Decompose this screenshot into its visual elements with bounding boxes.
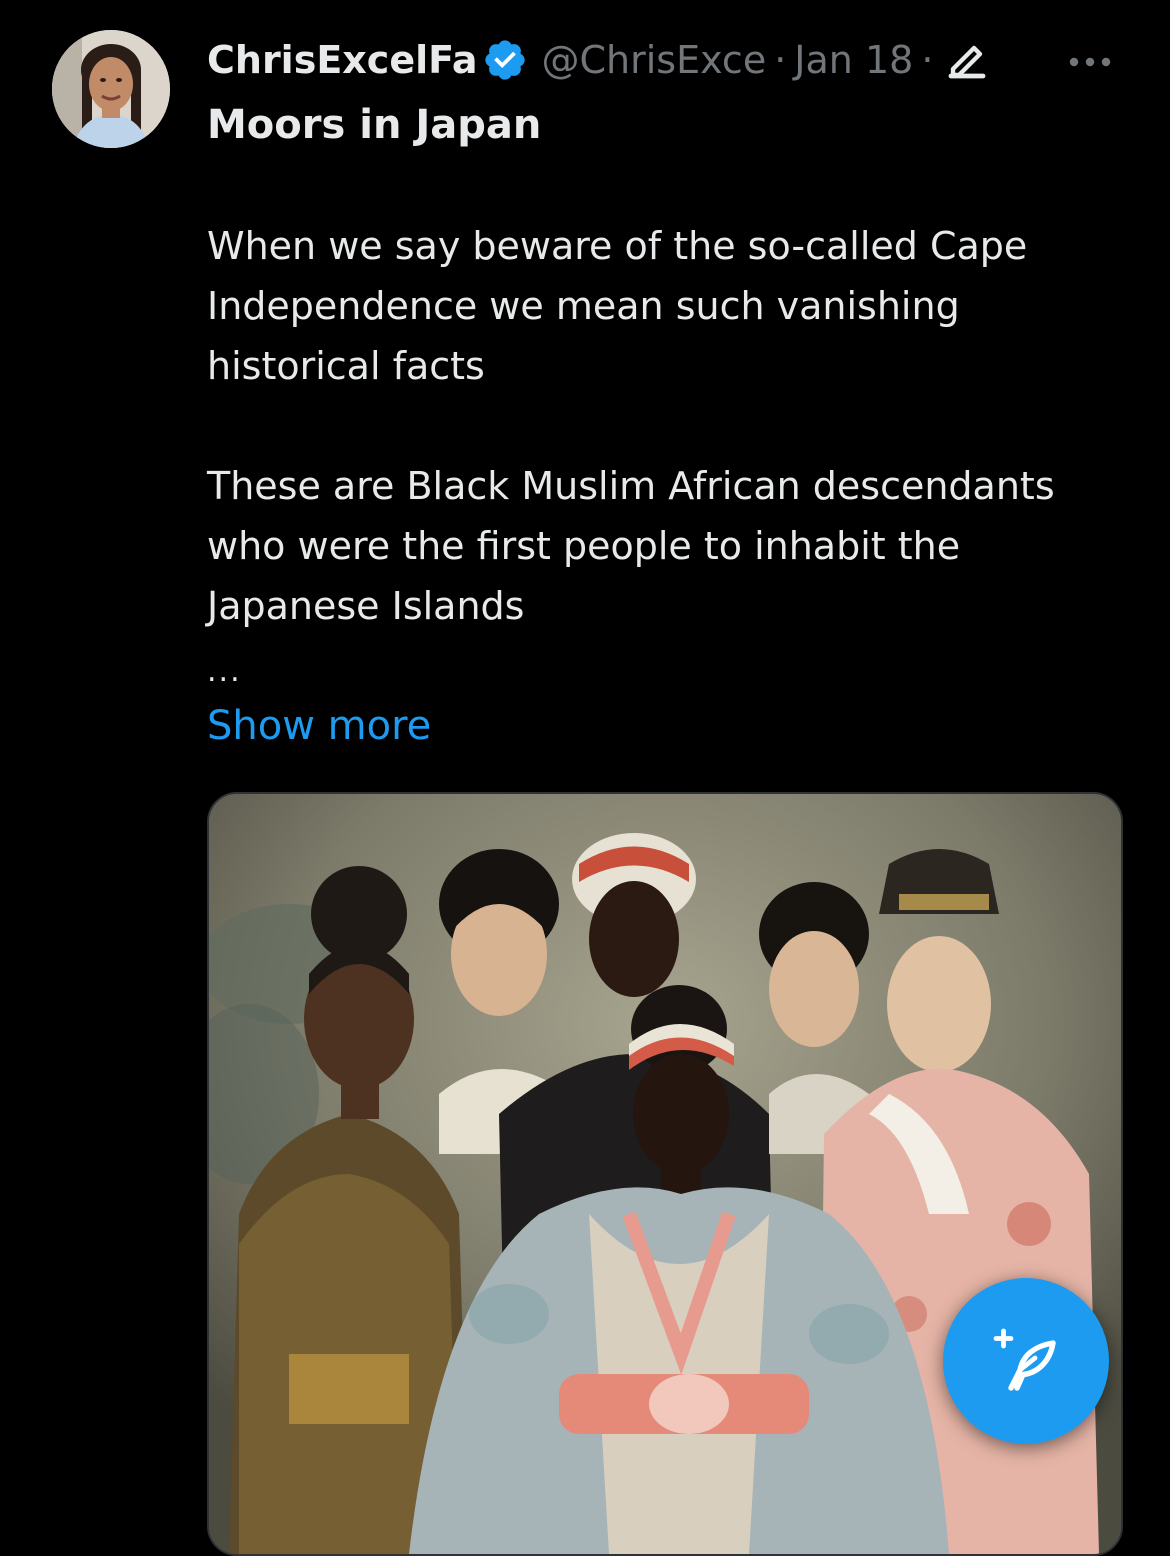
tweet[interactable]: ChrisExcelFa @ChrisExce · Jan 18 · Moors…: [0, 0, 1170, 1556]
show-more-link[interactable]: Show more: [207, 696, 431, 756]
author-handle[interactable]: @ChrisExce: [542, 34, 767, 86]
tweet-media-image[interactable]: [207, 792, 1123, 1556]
compose-button[interactable]: [943, 1278, 1109, 1444]
author-display-name[interactable]: ChrisExcelFa: [207, 34, 478, 86]
more-dots-icon[interactable]: [1062, 44, 1118, 80]
truncation-ellipsis: ...: [207, 654, 242, 689]
header-separator-2: ·: [921, 38, 934, 82]
tweet-paragraph-1: When we say beware of the so-called Cape…: [207, 224, 1028, 388]
compose-feather-plus-icon: [993, 1328, 1056, 1391]
tweet-title: Moors in Japan: [207, 102, 542, 148]
tweet-header: ChrisExcelFa @ChrisExce · Jan 18 ·: [207, 34, 1127, 86]
tweet-paragraph-2: These are Black Muslim African descendan…: [207, 464, 1055, 628]
edit-pencil-icon[interactable]: [943, 36, 991, 84]
painting-image: [209, 794, 1121, 1554]
verified-badge-icon: [484, 40, 525, 80]
avatar[interactable]: [52, 30, 170, 148]
tweet-date[interactable]: Jan 18: [794, 34, 913, 86]
header-separator: ·: [774, 38, 787, 82]
